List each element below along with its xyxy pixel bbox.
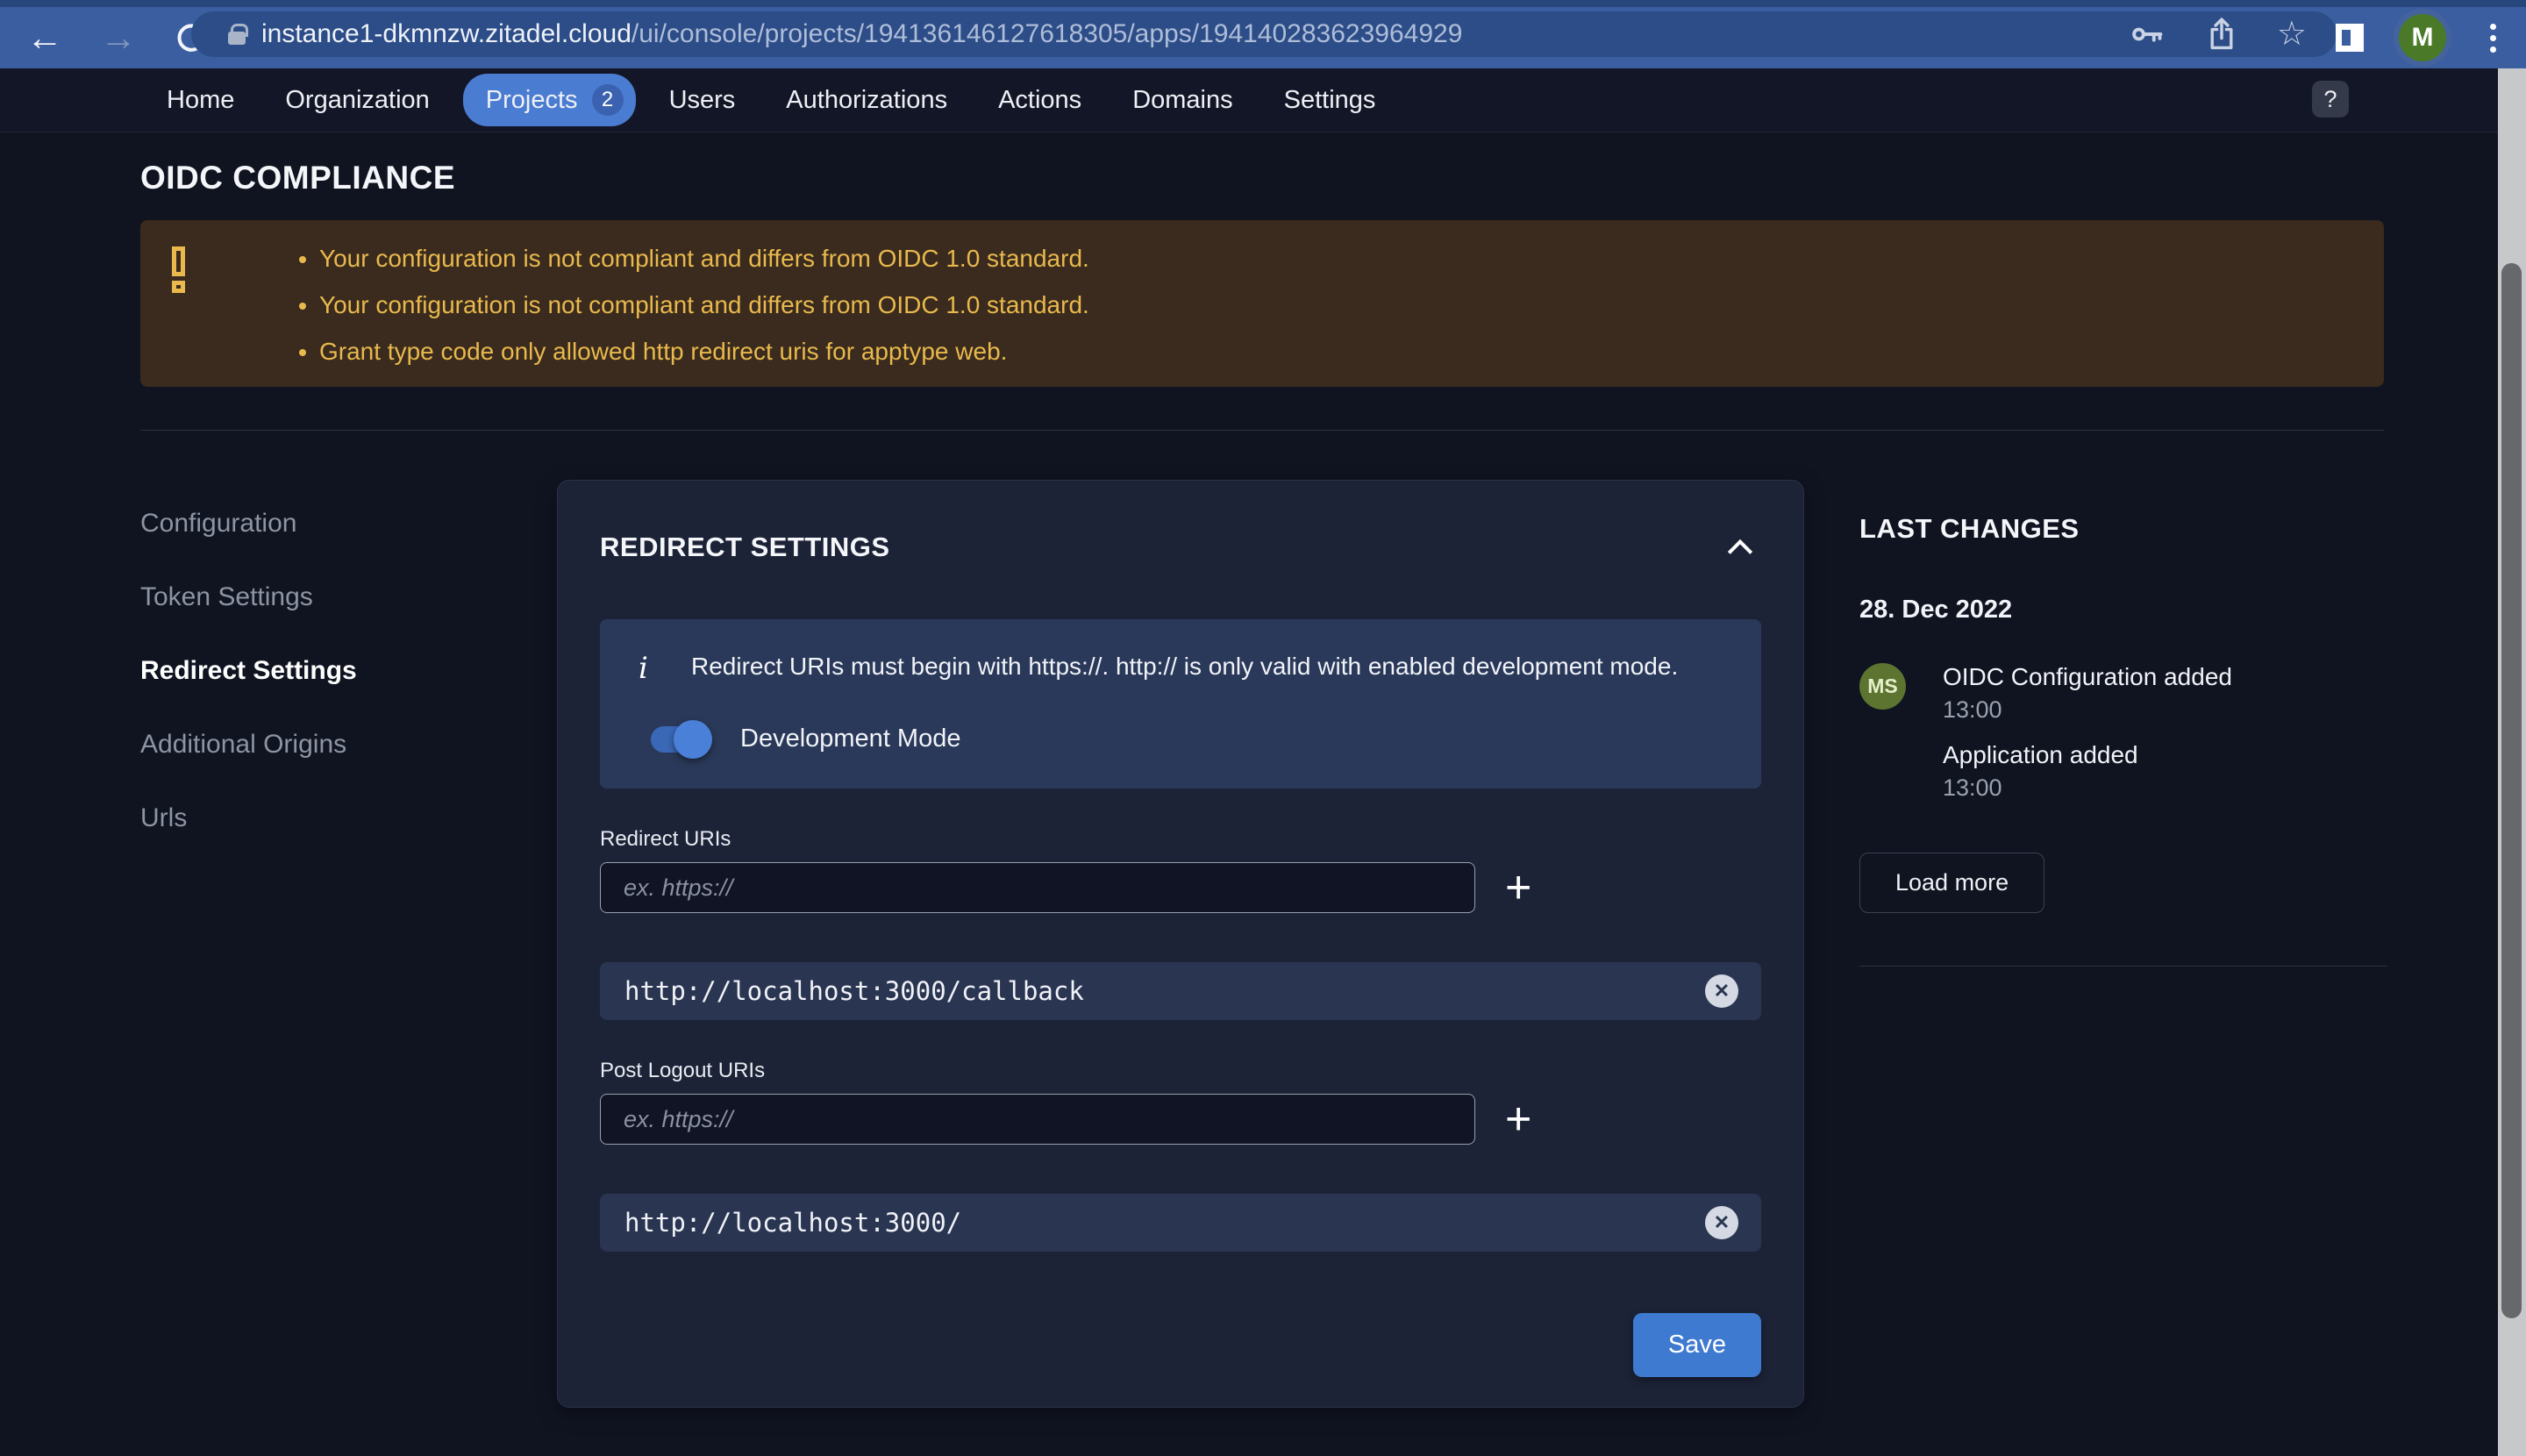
post-logout-uris-label: Post Logout URIs (600, 1059, 766, 1082)
sidebar-item-redirect-settings[interactable]: Redirect Settings (140, 656, 509, 686)
sidebar-item-additional-origins[interactable]: Additional Origins (140, 730, 509, 760)
warning-item: Your configuration is not compliant and … (319, 291, 1089, 319)
browser-menu-icon[interactable] (2490, 34, 2496, 41)
browser-profile-avatar[interactable]: M (2399, 14, 2446, 61)
compliance-warning-box: Your configuration is not compliant and … (140, 220, 2384, 387)
card-title: REDIRECT SETTINGS (600, 532, 890, 562)
toggle-thumb (674, 719, 712, 759)
projects-count-badge: 2 (591, 84, 624, 116)
redirect-uri-chip: http://localhost:3000/callback ✕ (600, 962, 1761, 1020)
collapse-chevron-icon[interactable] (1727, 539, 1753, 565)
nav-tab-domains[interactable]: Domains (1115, 75, 1250, 125)
browser-toolbar: ← → instance1-dkmnzw.zitadel.cloud/ui/co… (0, 0, 2526, 68)
remove-redirect-uri-icon[interactable]: ✕ (1705, 974, 1738, 1008)
nav-tab-organization[interactable]: Organization (268, 75, 446, 125)
zitadel-console-screen: ← → instance1-dkmnzw.zitadel.cloud/ui/co… (0, 0, 2526, 1456)
change-title: OIDC Configuration added (1943, 663, 2232, 690)
app-nav-bar: Home Organization Projects 2 Users Author… (0, 68, 2498, 132)
bookmark-star-icon[interactable]: ☆ (2277, 18, 2307, 51)
info-text: Redirect URIs must begin with https://. … (691, 653, 1679, 680)
padlock-icon[interactable] (228, 23, 248, 45)
page-title: OIDC COMPLIANCE (140, 160, 455, 196)
remove-post-logout-uri-icon[interactable]: ✕ (1705, 1206, 1738, 1239)
development-mode-toggle[interactable] (651, 719, 712, 759)
warning-exclamation-icon (172, 245, 288, 362)
redirect-settings-card: REDIRECT SETTINGS i Redirect URIs must b… (557, 480, 1804, 1408)
change-entry: Application added 13:00 (1859, 741, 2387, 802)
change-title: Application added (1943, 741, 2138, 768)
url-text: instance1-dkmnzw.zitadel.cloud/ui/consol… (261, 19, 2130, 49)
browser-top-strip (0, 0, 2526, 7)
page-scrollbar[interactable] (2498, 68, 2526, 1456)
settings-sidebar: Configuration Token Settings Redirect Se… (140, 509, 509, 877)
last-changes-panel: LAST CHANGES 28. Dec 2022 MS OIDC Config… (1859, 513, 2387, 967)
nav-tab-projects-label: Projects (485, 85, 578, 114)
load-more-button[interactable]: Load more (1859, 853, 2045, 913)
section-divider (140, 430, 2384, 431)
post-logout-uri-value: http://localhost:3000/ (624, 1208, 962, 1238)
share-icon[interactable] (2205, 17, 2238, 52)
redirect-uris-label: Redirect URIs (600, 827, 731, 851)
password-key-icon[interactable] (2130, 18, 2166, 50)
dev-mode-info-panel: i Redirect URIs must begin with https://… (600, 619, 1761, 789)
add-redirect-uri-icon[interactable]: + (1505, 865, 1531, 910)
side-panel-icon[interactable] (2336, 24, 2364, 52)
add-post-logout-uri-icon[interactable]: + (1505, 1096, 1531, 1142)
changes-divider (1859, 966, 2387, 967)
post-logout-uri-chip: http://localhost:3000/ ✕ (600, 1194, 1761, 1252)
sidebar-item-urls[interactable]: Urls (140, 803, 509, 833)
nav-tab-home[interactable]: Home (149, 75, 252, 125)
url-path: /ui/console/projects/194136146127618305/… (631, 19, 1463, 48)
nav-tab-settings[interactable]: Settings (1267, 75, 1394, 125)
change-time: 13:00 (1943, 774, 2002, 801)
avatar-spacer (1859, 741, 1943, 802)
nav-tab-projects[interactable]: Projects 2 (462, 74, 636, 126)
browser-forward-icon[interactable]: → (100, 19, 137, 56)
save-button[interactable]: Save (1632, 1313, 1761, 1377)
info-icon: i (639, 651, 648, 686)
url-host: instance1-dkmnzw.zitadel.cloud (261, 19, 632, 48)
redirect-uri-input[interactable] (600, 862, 1475, 913)
user-avatar: MS (1859, 663, 1906, 710)
last-changes-title: LAST CHANGES (1859, 513, 2080, 544)
changes-date: 28. Dec 2022 (1859, 596, 2013, 624)
change-entry: MS OIDC Configuration added 13:00 (1859, 663, 2387, 724)
sidebar-item-configuration[interactable]: Configuration (140, 509, 509, 539)
warning-list: Your configuration is not compliant and … (319, 245, 1089, 365)
sidebar-item-token-settings[interactable]: Token Settings (140, 582, 509, 612)
nav-tab-users[interactable]: Users (652, 75, 753, 125)
scrollbar-thumb[interactable] (2501, 263, 2522, 1318)
nav-tab-authorizations[interactable]: Authorizations (768, 75, 965, 125)
nav-tab-actions[interactable]: Actions (981, 75, 1099, 125)
change-time: 13:00 (1943, 696, 2002, 723)
url-bar[interactable]: instance1-dkmnzw.zitadel.cloud/ui/consol… (191, 11, 2337, 57)
warning-item: Grant type code only allowed http redire… (319, 338, 1089, 366)
post-logout-uri-input[interactable] (600, 1094, 1475, 1145)
browser-back-icon[interactable]: ← (26, 19, 63, 56)
development-mode-label: Development Mode (740, 724, 961, 753)
help-button[interactable]: ? (2312, 81, 2349, 118)
warning-item: Your configuration is not compliant and … (319, 245, 1089, 273)
redirect-uri-value: http://localhost:3000/callback (624, 976, 1084, 1006)
